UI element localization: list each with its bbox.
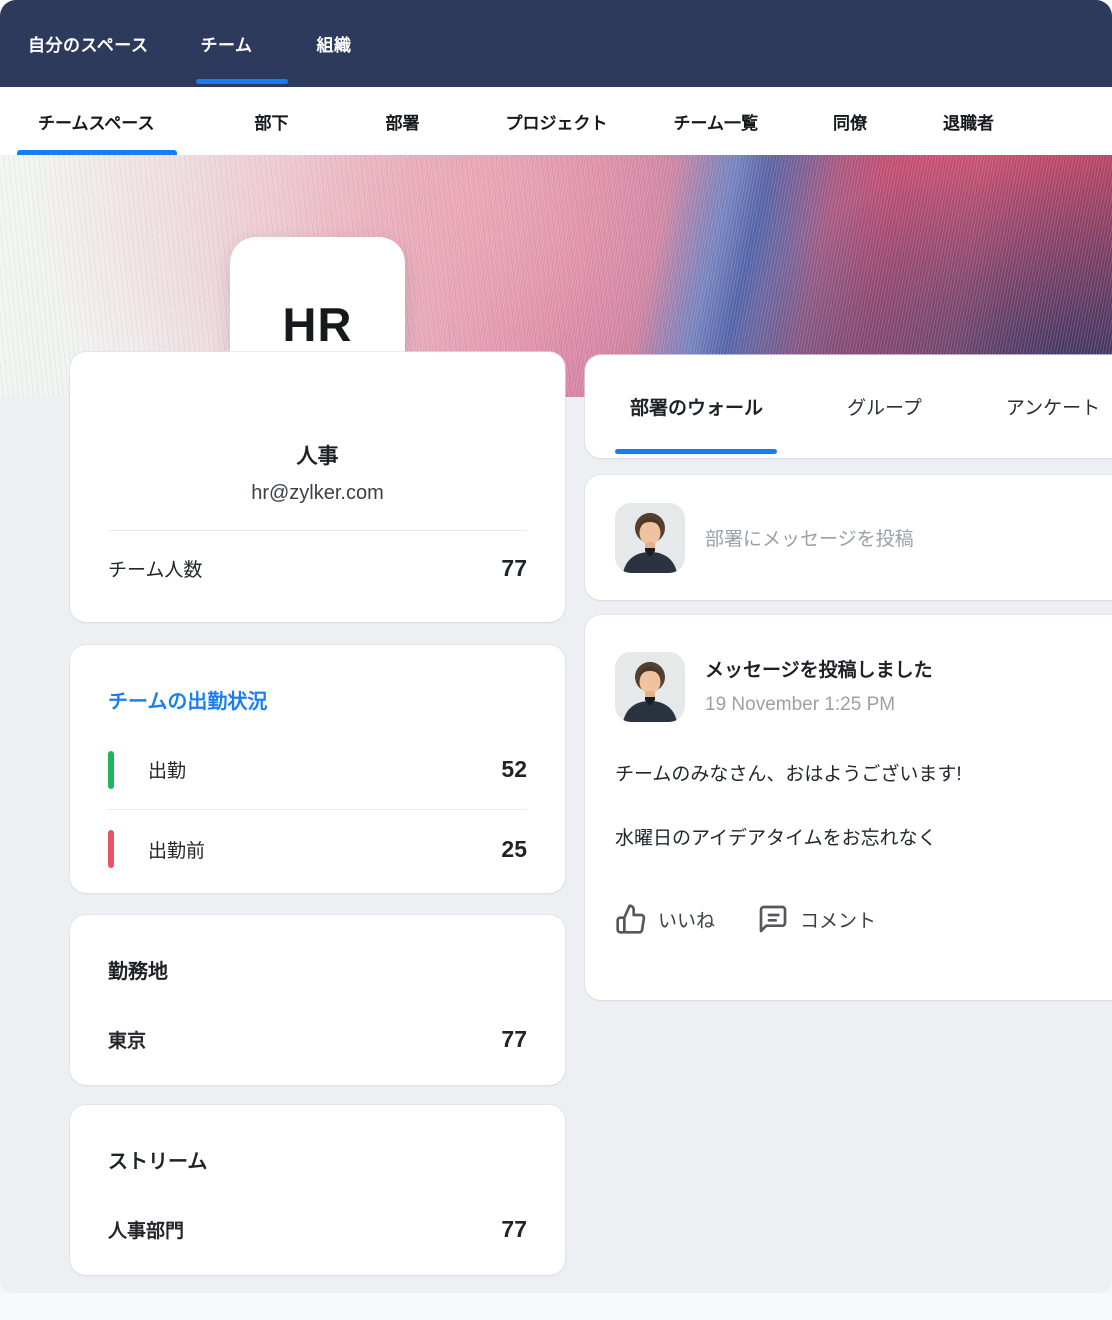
post-header-text: メッセージを投稿しました 19 November 1:25 PM xyxy=(705,652,933,722)
tab-team-space[interactable]: チームスペース xyxy=(38,109,154,134)
team-name: 人事 xyxy=(70,440,565,470)
post-actions: いいね コメント xyxy=(615,903,1112,935)
user-avatar xyxy=(615,503,685,573)
composer-placeholder: 部署にメッセージを投稿 xyxy=(705,524,914,551)
tab-organization[interactable]: 組織 xyxy=(316,31,351,56)
yet-to-checkin-status-bar xyxy=(108,830,114,868)
tab-colleagues[interactable]: 同僚 xyxy=(833,109,867,134)
team-profile-card: 人事 hr@zylker.com チーム人数 77 xyxy=(70,352,565,622)
primary-nav: 自分のスペース チーム 組織 xyxy=(0,0,1112,87)
post-author-avatar-illustration xyxy=(615,652,685,722)
user-avatar-illustration xyxy=(615,503,685,573)
tab-ex-employees[interactable]: 退職者 xyxy=(943,109,994,134)
tab-groups[interactable]: グループ xyxy=(847,393,922,420)
secondary-nav: チームスペース 部下 部署 プロジェクト チーム一覧 同僚 退職者 xyxy=(0,87,1112,155)
post-timestamp: 19 November 1:25 PM xyxy=(705,694,933,716)
tab-subordinates[interactable]: 部下 xyxy=(254,109,288,134)
location-title: 勤務地 xyxy=(108,955,527,984)
location-label: 東京 xyxy=(108,1026,146,1053)
stream-label: 人事部門 xyxy=(108,1216,184,1243)
stream-title: ストリーム xyxy=(108,1145,527,1174)
attendance-rows: 出勤 52 出勤前 25 xyxy=(108,730,527,888)
comment-label: コメント xyxy=(800,906,876,933)
wall-tabs-card: 部署のウォール グループ アンケート xyxy=(585,355,1112,458)
tab-department[interactable]: 部署 xyxy=(385,109,419,134)
tab-team-list[interactable]: チーム一覧 xyxy=(673,109,758,134)
stream-row[interactable]: 人事部門 77 xyxy=(108,1216,527,1243)
team-count-value: 77 xyxy=(501,555,527,582)
post-title: メッセージを投稿しました xyxy=(705,655,933,682)
post-composer[interactable]: 部署にメッセージを投稿 xyxy=(585,475,1112,600)
attendance-row-present[interactable]: 出勤 52 xyxy=(108,730,527,809)
work-location-card: 勤務地 東京 77 xyxy=(70,915,565,1085)
team-email: hr@zylker.com xyxy=(70,482,565,505)
post-header: メッセージを投稿しました 19 November 1:25 PM xyxy=(615,652,1112,722)
tab-projects[interactable]: プロジェクト xyxy=(505,109,607,134)
thumbs-up-icon xyxy=(615,903,647,935)
tab-surveys[interactable]: アンケート xyxy=(1006,393,1100,420)
stream-value: 77 xyxy=(501,1216,527,1243)
comment-button[interactable]: コメント xyxy=(757,903,876,935)
yet-to-checkin-value: 25 xyxy=(501,836,527,863)
tab-department-wall[interactable]: 部署のウォール xyxy=(630,393,763,420)
present-value: 52 xyxy=(501,756,527,783)
post-body: チームのみなさん、おはようございます! 水曜日のアイデアタイムをお忘れなく xyxy=(615,762,1112,851)
tab-team[interactable]: チーム xyxy=(200,31,252,56)
like-label: いいね xyxy=(658,906,715,933)
team-space-page: 自分のスペース チーム 組織 チームスペース 部下 部署 プロジェクト チーム一… xyxy=(0,0,1112,1320)
location-row[interactable]: 東京 77 xyxy=(108,1026,527,1053)
wall-post: メッセージを投稿しました 19 November 1:25 PM チームのみなさ… xyxy=(585,615,1112,1000)
like-button[interactable]: いいね xyxy=(615,903,715,935)
tab-my-space[interactable]: 自分のスペース xyxy=(28,31,148,56)
comment-icon xyxy=(757,903,789,935)
stream-card: ストリーム 人事部門 77 xyxy=(70,1105,565,1275)
post-body-line: チームのみなさん、おはようございます! xyxy=(615,762,1112,788)
active-wall-tab-indicator xyxy=(615,449,777,454)
post-body-line: 水曜日のアイデアタイムをお忘れなく xyxy=(615,826,1112,852)
team-attendance-card: チームの出勤状況 出勤 52 出勤前 25 xyxy=(70,645,565,893)
present-status-bar xyxy=(108,751,114,789)
team-count-label: チーム人数 xyxy=(108,555,202,582)
team-count-row: チーム人数 77 xyxy=(108,555,527,582)
yet-to-checkin-label: 出勤前 xyxy=(148,836,205,863)
divider xyxy=(108,530,527,531)
active-tab-indicator xyxy=(196,79,288,84)
present-label: 出勤 xyxy=(148,756,186,783)
location-value: 77 xyxy=(501,1026,527,1053)
team-avatar-initials: HR xyxy=(283,297,353,352)
attendance-title[interactable]: チームの出勤状況 xyxy=(108,685,527,714)
post-author-avatar[interactable] xyxy=(615,652,685,722)
attendance-row-yet-to-checkin[interactable]: 出勤前 25 xyxy=(108,809,527,888)
